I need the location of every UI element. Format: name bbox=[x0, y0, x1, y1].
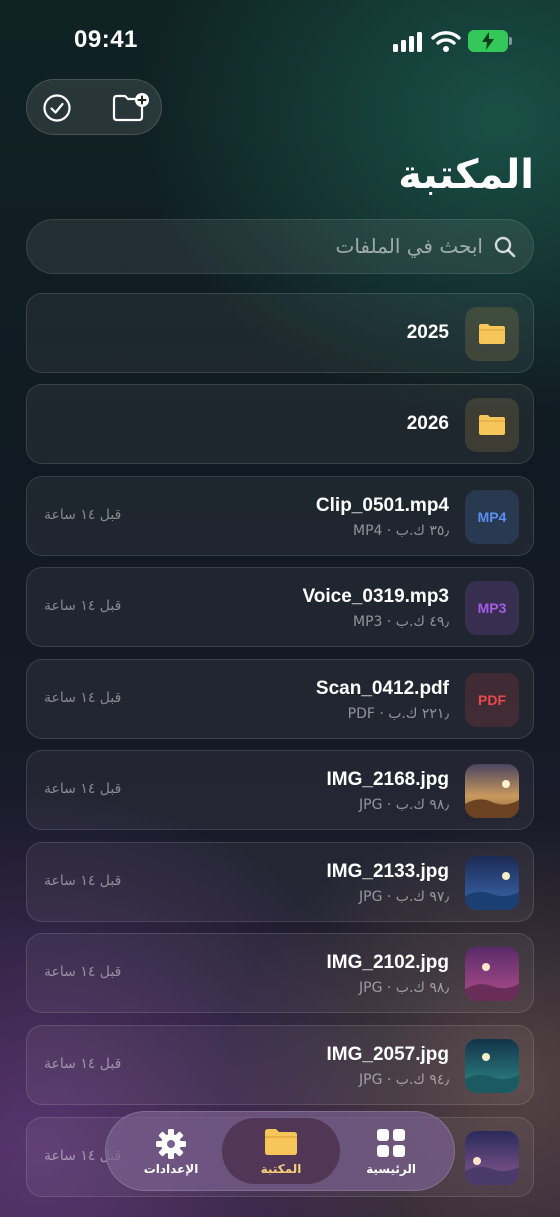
search-field[interactable]: ابحث في الملفات bbox=[26, 219, 534, 274]
battery-icon bbox=[468, 30, 512, 52]
gear-icon bbox=[156, 1129, 186, 1159]
file-type-label: MP4 bbox=[477, 509, 507, 525]
file-meta: ٩٨٫ ك.ب · JPG bbox=[359, 980, 449, 996]
file-meta: ٢٢١٫ ك.ب · PDF bbox=[347, 706, 449, 722]
cellular-signal-icon bbox=[393, 32, 425, 52]
folder-icon bbox=[479, 324, 505, 344]
file-time: قبل ١٤ ساعة bbox=[44, 873, 122, 889]
file-time: قبل ١٤ ساعة bbox=[44, 964, 122, 980]
folder-row[interactable]: 2026 bbox=[26, 384, 534, 464]
wifi-icon bbox=[431, 29, 461, 53]
file-type-label: MP3 bbox=[477, 600, 507, 616]
file-type-badge: MP4 bbox=[465, 490, 519, 544]
file-meta: ٣٥٫ ك.ب · MP4 bbox=[352, 523, 449, 539]
file-meta: ٩٧٫ ك.ب · JPG bbox=[359, 889, 449, 905]
image-row[interactable]: IMG_2057.jpg ٩٤٫ ك.ب · JPG قبل ١٤ ساعة bbox=[26, 1025, 534, 1105]
folder-thumb bbox=[465, 307, 519, 361]
image-row[interactable]: IMG_2102.jpg ٩٨٫ ك.ب · JPG قبل ١٤ ساعة bbox=[26, 933, 534, 1013]
folder-icon bbox=[479, 415, 505, 435]
file-row[interactable]: PDF Scan_0412.pdf ٢٢١٫ ك.ب · PDF قبل ١٤ … bbox=[26, 659, 534, 739]
select-button[interactable] bbox=[27, 80, 87, 136]
image-row[interactable]: IMG_2168.jpg ٩٨٫ ك.ب · JPG قبل ١٤ ساعة bbox=[26, 750, 534, 830]
status-time: 09:41 bbox=[74, 26, 138, 53]
search-placeholder: ابحث في الملفات bbox=[335, 234, 484, 258]
file-time: قبل ١٤ ساعة bbox=[44, 598, 122, 614]
file-name: IMG_2133.jpg bbox=[326, 861, 450, 882]
file-meta: ٤٩٫ ك.ب · MP3 bbox=[352, 614, 449, 630]
toolbar-actions bbox=[26, 79, 162, 135]
file-row[interactable]: MP3 Voice_0319.mp3 ٤٩٫ ك.ب · MP3 قبل ١٤ … bbox=[26, 567, 534, 647]
file-time: قبل ١٤ ساعة bbox=[44, 690, 122, 706]
file-meta: ٩٨٫ ك.ب · JPG bbox=[359, 797, 449, 813]
tab-library-label: المكتبة bbox=[260, 1162, 302, 1176]
image-thumbnail bbox=[465, 1039, 519, 1093]
file-type-badge: MP3 bbox=[465, 581, 519, 635]
file-time: قبل ١٤ ساعة bbox=[44, 781, 122, 797]
folder-icon bbox=[265, 1129, 297, 1155]
file-time: قبل ١٤ ساعة bbox=[44, 507, 122, 523]
file-name: Scan_0412.pdf bbox=[315, 678, 449, 699]
tab-settings-label: الإعدادات bbox=[143, 1162, 199, 1176]
new-folder-button[interactable] bbox=[101, 80, 161, 136]
file-time: قبل ١٤ ساعة bbox=[44, 1056, 122, 1072]
checkmark-circle-icon bbox=[43, 94, 71, 122]
file-meta: ٩٤٫ ك.ب · JPG bbox=[359, 1072, 449, 1088]
image-row[interactable]: IMG_2133.jpg ٩٧٫ ك.ب · JPG قبل ١٤ ساعة bbox=[26, 842, 534, 922]
image-thumbnail bbox=[465, 856, 519, 910]
tab-home-label: الرئيسية bbox=[366, 1162, 416, 1176]
folder-name: 2025 bbox=[406, 322, 449, 343]
file-row[interactable]: MP4 Clip_0501.mp4 ٣٥٫ ك.ب · MP4 قبل ١٤ س… bbox=[26, 476, 534, 556]
folder-name: 2026 bbox=[406, 413, 449, 434]
tab-settings[interactable]: الإعدادات bbox=[112, 1118, 230, 1184]
tab-library[interactable]: المكتبة bbox=[222, 1118, 340, 1184]
image-thumbnail bbox=[465, 1131, 519, 1185]
tab-home[interactable]: الرئيسية bbox=[332, 1118, 450, 1184]
folder-plus-icon bbox=[112, 93, 149, 122]
folder-row[interactable]: 2025 bbox=[26, 293, 534, 373]
file-name: IMG_2102.jpg bbox=[326, 952, 450, 973]
image-thumbnail bbox=[465, 947, 519, 1001]
image-thumbnail bbox=[465, 764, 519, 818]
file-name: Voice_0319.mp3 bbox=[302, 586, 449, 607]
page-title: المكتبة bbox=[398, 152, 534, 198]
file-type-badge: PDF bbox=[465, 673, 519, 727]
status-bar: 09:41 bbox=[0, 0, 560, 80]
file-name: Clip_0501.mp4 bbox=[315, 495, 449, 516]
file-name: IMG_2057.jpg bbox=[326, 1044, 450, 1065]
tab-bar: الإعدادات المكتبة الرئيسية bbox=[105, 1111, 455, 1191]
folder-thumb bbox=[465, 398, 519, 452]
grid-icon bbox=[377, 1129, 405, 1157]
file-type-label: PDF bbox=[478, 692, 506, 708]
file-name: IMG_2168.jpg bbox=[326, 769, 450, 790]
search-icon bbox=[494, 236, 516, 258]
